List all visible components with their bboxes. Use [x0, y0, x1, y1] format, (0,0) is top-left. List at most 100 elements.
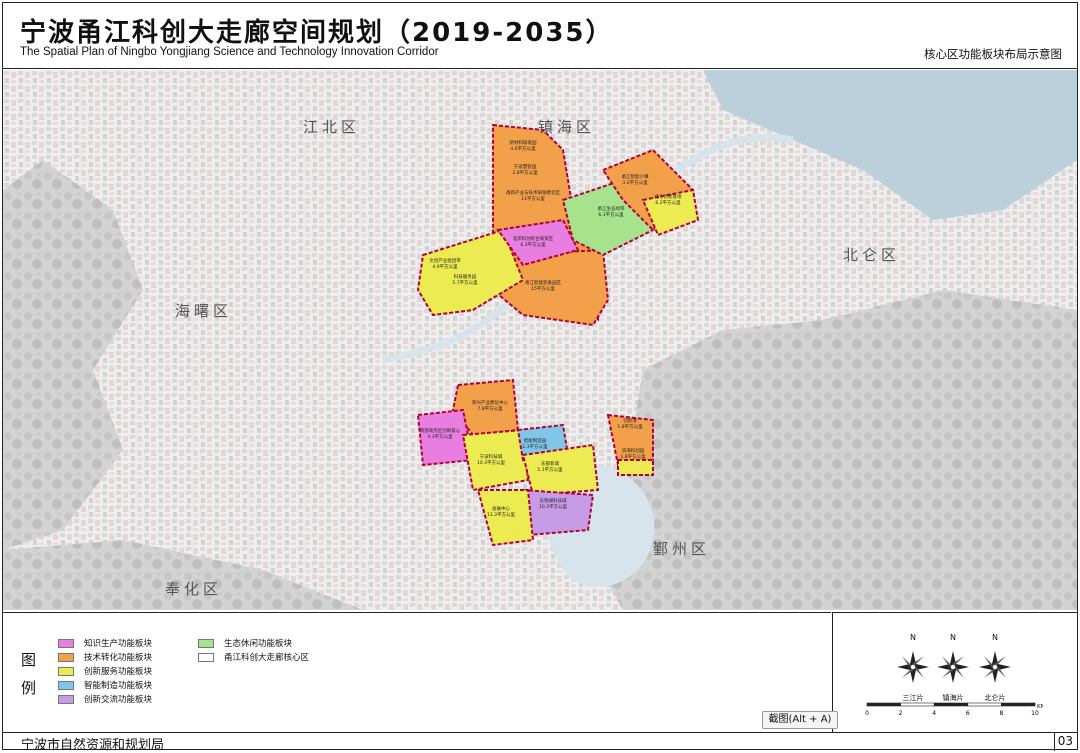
scale-tick-label: 0: [865, 710, 869, 717]
block-area-label: 11平方公里: [521, 195, 545, 202]
block-name-label: 东钱湖科技城: [540, 497, 567, 504]
block-name-label: 北仑创新基地: [655, 193, 682, 200]
block-area-label: 2.8平方公里: [512, 169, 538, 176]
block-area-label: 10.3平方公里: [539, 503, 568, 510]
map-canvas[interactable]: 江北区 镇海区 北仑区 海曙区 鄞州区 奉化区 新材料研发园 4.6平方公里 宁波慧…: [3, 70, 1077, 610]
block-exchange: [521, 488, 595, 537]
block-name-label: 滨海科创园: [622, 447, 645, 454]
page-number: 03: [1057, 734, 1073, 748]
legend-label: 知识生产功能板块: [84, 639, 153, 649]
legend-item: 甬江科创大走廊核心区: [198, 651, 309, 663]
scale-tick-label: 4: [932, 710, 936, 717]
block-name-label: 甬江智能小镇: [622, 173, 649, 180]
district-label: 鄞州区: [653, 540, 710, 558]
wind-rose-icon: [979, 651, 1011, 683]
legend-label: 智能制造功能板块: [84, 681, 153, 691]
scale-segment: [866, 702, 901, 707]
block-name-label: 甬江生态绿带: [598, 205, 625, 212]
block-name-label: 智能制造园: [524, 437, 547, 444]
legend-heading: 图: [21, 651, 37, 669]
legend-swatch: [58, 652, 74, 662]
block-name-label: 宁波慧智园: [514, 163, 537, 170]
footer-org: 宁波市自然资源和规划局: [21, 738, 165, 753]
scale-bar: 0 2 4 6 8 10KM: [865, 702, 1043, 717]
legend-swatch: [58, 694, 74, 704]
block-name-label: 宁波科技城: [480, 453, 503, 460]
north-label: N: [910, 633, 916, 642]
page-number-divider: [1054, 733, 1055, 751]
block-name-label: 北岸科创综合商贸区: [513, 235, 554, 242]
legend-swatch: [198, 638, 214, 648]
block-area-label: 1.8平方公里: [617, 423, 643, 430]
legend-label: 生态休闲功能板块: [224, 639, 293, 649]
block-name-label: 东部新城: [541, 460, 559, 467]
scale-tick-label: 2: [899, 710, 903, 717]
legend-item: 创新交流功能板块: [58, 693, 152, 705]
page-title: 宁波甬江科创大走廊空间规划（2019-2035）: [20, 18, 614, 48]
block-area-label: 10.3平方公里: [477, 459, 506, 466]
block-area-label: 3.2平方公里: [622, 179, 648, 186]
block-area-label: 5.1平方公里: [537, 466, 563, 473]
scale-tick-label: 6: [966, 710, 970, 717]
footer: 宁波市自然资源和规划局 03: [3, 732, 1077, 753]
block-area-label: 13.3平方公里: [487, 511, 516, 518]
north-label: N: [950, 633, 956, 642]
block-name-label: 甬新产业与技术研发孵化区: [506, 189, 560, 196]
screenshot-button[interactable]: 截图(Alt + A): [762, 711, 838, 729]
block-area-label: 1.8平方公里: [620, 453, 646, 460]
block-area-label: 15平方公里: [531, 285, 555, 292]
block-name-label: 会展中心: [492, 505, 510, 512]
block-name-label: 新兴产业孵化中心: [472, 399, 508, 406]
block-area-label: 6.1平方公里: [598, 211, 624, 218]
sheet-title: 核心区功能板块布局示意图: [924, 47, 1062, 61]
district-label: 奉化区: [165, 580, 222, 598]
wind-rose-icon: [897, 651, 929, 683]
block-area-label: 2.3平方公里: [522, 443, 548, 450]
block-name-label: 文创产业组团带: [429, 257, 461, 264]
legend-label: 技术转化功能板块: [84, 653, 153, 663]
legend-panel: 图 例 知识生产功能板块 技术转化功能板块 创新服务功能板块 智能制造功能板块 创新交流…: [3, 612, 831, 733]
legend-item: 知识生产功能板块: [58, 637, 152, 649]
header: 宁波甬江科创大走廊空间规划（2019-2035） The Spatial Pla…: [2, 2, 1078, 69]
legend-item: 技术转化功能板块: [58, 651, 152, 663]
scale-tick-label: 10: [1031, 710, 1039, 717]
scale-segment: [1001, 702, 1036, 707]
legend-swatch: [58, 638, 74, 648]
legend-heading: 例: [21, 679, 37, 697]
block-name-label: 科技服务园: [454, 273, 477, 280]
legend-item: 智能制造功能板块: [58, 679, 152, 691]
block-area-label: 4.3平方公里: [427, 433, 453, 440]
district-label: 海曙区: [175, 302, 232, 320]
legend-item: 生态休闲功能板块: [198, 637, 292, 649]
block-area-label: 5.7平方公里: [452, 279, 478, 286]
block-area-label: 6.3平方公里: [520, 241, 546, 248]
block-name-label: 南部商务区创新核心: [420, 427, 461, 434]
district-label: 北仑区: [843, 246, 900, 264]
block-service-east-south: [617, 459, 654, 476]
district-label: 镇海区: [538, 118, 595, 136]
legend-swatch: [58, 680, 74, 690]
legend-label: 创新交流功能板块: [84, 695, 153, 705]
block-name-label: 创新港: [623, 417, 637, 424]
scale-segment: [967, 702, 1002, 707]
compass-panel: N 三江片 N 镇海片 N 北仑片 0 2 4 6 8 10 KM: [832, 612, 1078, 733]
legend-swatch: [58, 666, 74, 676]
legend-item: 创新服务功能板块: [58, 665, 152, 677]
legend-swatch: [198, 652, 214, 662]
legend-label: 创新服务功能板块: [84, 667, 153, 677]
block-area-label: 4.9平方公里: [432, 263, 458, 270]
north-label: N: [992, 633, 998, 642]
legend-label: 甬江科创大走廊核心区: [224, 653, 310, 663]
wind-rose-icon: [937, 651, 969, 683]
scale-segment: [900, 702, 935, 707]
block-service-south-1: [461, 428, 530, 492]
scale-tick-label: 8: [999, 710, 1003, 717]
block-area-label: 7.8平方公里: [477, 405, 503, 412]
block-name-label: 甬江智能装备园区: [525, 279, 561, 286]
page-subtitle: The Spatial Plan of Ningbo Yongjiang Sci…: [20, 46, 439, 58]
block-area-label: 4.6平方公里: [510, 145, 536, 152]
scale-unit-label: KM: [1037, 704, 1043, 710]
district-label: 江北区: [303, 118, 360, 136]
block-area-label: 6.2平方公里: [655, 199, 681, 206]
block-name-label: 新材料研发园: [510, 139, 537, 146]
